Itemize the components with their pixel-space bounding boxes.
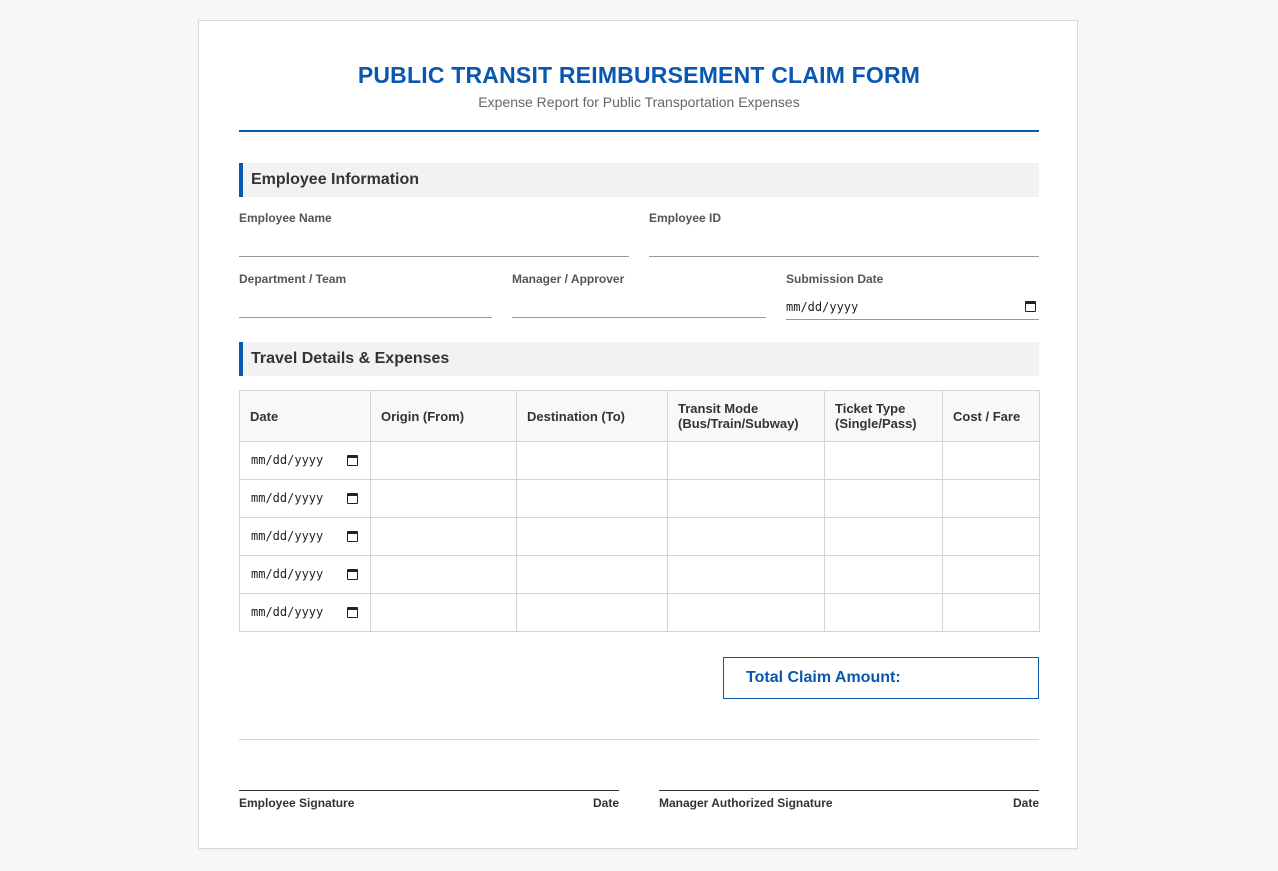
submission-date-placeholder: mm/dd/yyyy: [786, 300, 859, 314]
row-date-placeholder: mm/dd/yyyy: [251, 529, 324, 543]
table-row: mm/dd/yyyy: [239, 555, 1040, 594]
cost-cell[interactable]: [942, 555, 1040, 594]
section-heading-travel: Travel Details & Expenses: [239, 342, 1039, 376]
cost-cell[interactable]: [942, 479, 1040, 518]
signature-divider: [239, 739, 1039, 740]
ticket-type-cell[interactable]: [824, 517, 943, 556]
origin-cell[interactable]: [370, 517, 517, 556]
table-row: mm/dd/yyyy: [239, 479, 1040, 518]
calendar-icon[interactable]: [347, 607, 358, 618]
ticket-type-cell[interactable]: [824, 441, 943, 480]
date-cell[interactable]: mm/dd/yyyy: [239, 517, 371, 556]
header-divider: [239, 130, 1039, 132]
table-row: mm/dd/yyyy: [239, 441, 1040, 480]
column-header-transit-mode: Transit Mode (Bus/Train/Subway): [667, 390, 825, 442]
calendar-icon[interactable]: [347, 455, 358, 466]
table-header-row: Date Origin (From) Destination (To) Tran…: [239, 390, 1040, 442]
ticket-type-cell[interactable]: [824, 555, 943, 594]
origin-cell[interactable]: [370, 441, 517, 480]
form-header: PUBLIC TRANSIT REIMBURSEMENT CLAIM FORM …: [239, 61, 1039, 110]
claim-form-page: PUBLIC TRANSIT REIMBURSEMENT CLAIM FORM …: [198, 20, 1078, 849]
date-cell[interactable]: mm/dd/yyyy: [239, 555, 371, 594]
total-claim-box: Total Claim Amount:: [723, 657, 1039, 699]
origin-cell[interactable]: [370, 555, 517, 594]
ticket-type-cell[interactable]: [824, 479, 943, 518]
employee-name-label: Employee Name: [239, 211, 332, 225]
section-heading-employee: Employee Information: [239, 163, 1039, 197]
employee-signature-date-label: Date: [592, 796, 619, 810]
column-header-ticket-type: Ticket Type (Single/Pass): [824, 390, 943, 442]
table-row: mm/dd/yyyy: [239, 517, 1040, 556]
ticket-type-cell[interactable]: [824, 593, 943, 632]
row-date-input[interactable]: mm/dd/yyyy: [251, 442, 358, 479]
employee-id-group: Employee ID: [649, 211, 1039, 257]
employee-id-input[interactable]: [649, 233, 1039, 257]
transit-mode-cell[interactable]: [667, 517, 825, 556]
column-header-origin: Origin (From): [370, 390, 517, 442]
transit-mode-cell[interactable]: [667, 593, 825, 632]
transit-mode-cell[interactable]: [667, 441, 825, 480]
cost-cell[interactable]: [942, 441, 1040, 480]
date-cell[interactable]: mm/dd/yyyy: [239, 593, 371, 632]
destination-cell[interactable]: [516, 479, 668, 518]
row-date-placeholder: mm/dd/yyyy: [251, 453, 324, 467]
calendar-icon[interactable]: [347, 531, 358, 542]
submission-date-group: Submission Date mm/dd/yyyy: [786, 272, 1039, 322]
manager-signature-label: Manager Authorized Signature: [659, 796, 833, 810]
transit-mode-cell[interactable]: [667, 479, 825, 518]
row-date-input[interactable]: mm/dd/yyyy: [251, 594, 358, 631]
column-header-destination: Destination (To): [516, 390, 668, 442]
total-claim-label: Total Claim Amount:: [746, 669, 901, 686]
manager-input[interactable]: [512, 294, 766, 318]
destination-cell[interactable]: [516, 517, 668, 556]
row-date-input[interactable]: mm/dd/yyyy: [251, 518, 358, 555]
manager-signature-date-label: Date: [1012, 796, 1039, 810]
destination-cell[interactable]: [516, 441, 668, 480]
date-cell[interactable]: mm/dd/yyyy: [239, 479, 371, 518]
row-date-placeholder: mm/dd/yyyy: [251, 567, 324, 581]
employee-name-input[interactable]: [239, 233, 629, 257]
employee-signature-line[interactable]: Employee Signature Date: [239, 790, 619, 810]
column-header-date: Date: [239, 390, 371, 442]
destination-cell[interactable]: [516, 593, 668, 632]
calendar-icon[interactable]: [347, 493, 358, 504]
employee-signature-label: Employee Signature: [239, 796, 355, 810]
manager-signature-line[interactable]: Manager Authorized Signature Date: [659, 790, 1039, 810]
row-date-input[interactable]: mm/dd/yyyy: [251, 480, 358, 517]
manager-label: Manager / Approver: [512, 272, 625, 286]
employee-id-label: Employee ID: [649, 211, 722, 225]
date-cell[interactable]: mm/dd/yyyy: [239, 441, 371, 480]
cost-cell[interactable]: [942, 517, 1040, 556]
row-date-input[interactable]: mm/dd/yyyy: [251, 556, 358, 593]
origin-cell[interactable]: [370, 479, 517, 518]
column-header-cost: Cost / Fare: [942, 390, 1040, 442]
form-subtitle: Expense Report for Public Transportation…: [478, 94, 800, 110]
department-group: Department / Team: [239, 272, 492, 318]
submission-date-label: Submission Date: [786, 272, 884, 286]
employee-name-group: Employee Name: [239, 211, 629, 257]
calendar-icon[interactable]: [1025, 301, 1036, 312]
calendar-icon[interactable]: [347, 569, 358, 580]
submission-date-input[interactable]: mm/dd/yyyy: [786, 294, 1039, 320]
table-row: mm/dd/yyyy: [239, 593, 1040, 632]
row-date-placeholder: mm/dd/yyyy: [251, 491, 324, 505]
destination-cell[interactable]: [516, 555, 668, 594]
department-label: Department / Team: [239, 272, 347, 286]
row-date-placeholder: mm/dd/yyyy: [251, 605, 324, 619]
manager-group: Manager / Approver: [512, 272, 766, 318]
form-title: PUBLIC TRANSIT REIMBURSEMENT CLAIM FORM: [357, 62, 921, 88]
expenses-table: Date Origin (From) Destination (To) Tran…: [239, 390, 1040, 632]
cost-cell[interactable]: [942, 593, 1040, 632]
origin-cell[interactable]: [370, 593, 517, 632]
transit-mode-cell[interactable]: [667, 555, 825, 594]
department-input[interactable]: [239, 294, 492, 318]
